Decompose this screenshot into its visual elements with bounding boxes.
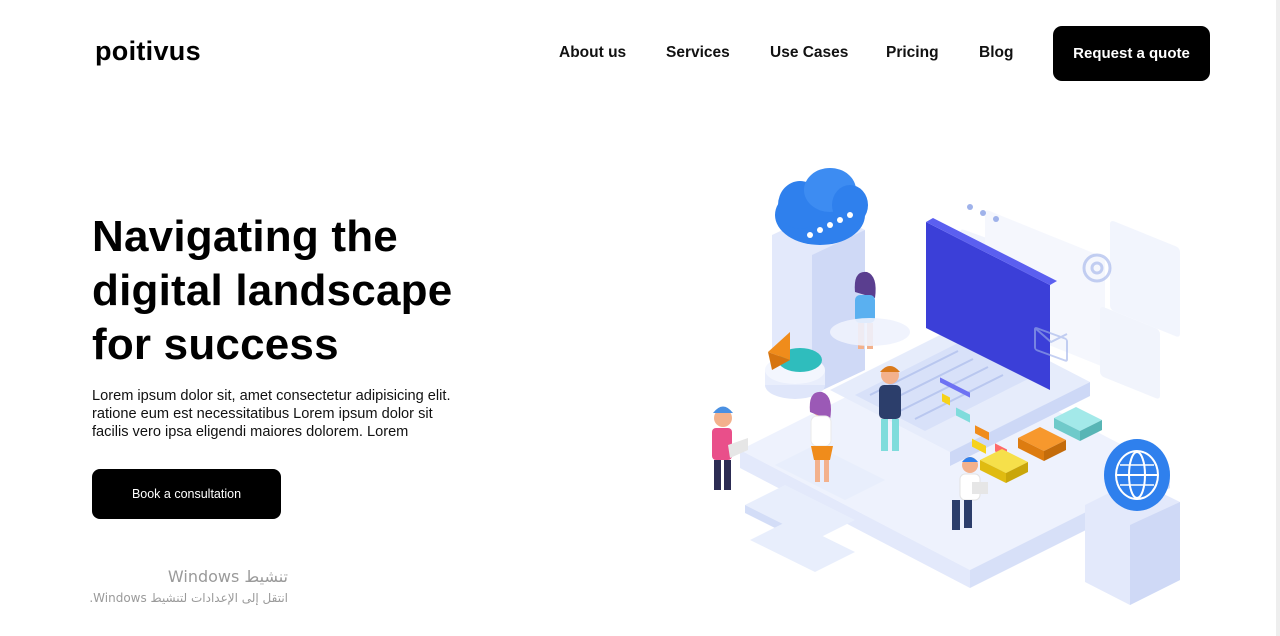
top-navbar: poitivus About us Services Use Cases Pri… (0, 0, 1280, 106)
request-quote-button[interactable]: Request a quote (1053, 26, 1210, 81)
hero-description: Lorem ipsum dolor sit, amet consectetur … (92, 387, 512, 442)
cloud-icon (775, 168, 868, 245)
hero-illustration (712, 168, 1180, 605)
windows-activation-watermark: تنشيط Windows انتقل إلى الإعدادات لتنشيط… (40, 566, 288, 607)
person-left-with-laptop (712, 406, 748, 490)
page-scrollbar[interactable] (1276, 0, 1280, 636)
globe-icon (1104, 439, 1170, 511)
hero-text-line: ratione eum est necessitatibus Lorem ips… (92, 406, 433, 423)
brand-logo[interactable]: poitivus (95, 36, 201, 67)
hero-title: Navigating the digital landscape for suc… (92, 210, 532, 372)
hero-title-line: digital landscape (92, 266, 453, 315)
hero-title-line: Navigating the (92, 212, 398, 261)
nav-pricing-link[interactable]: Pricing (886, 44, 939, 62)
nav-use-cases-link[interactable]: Use Cases (770, 44, 848, 62)
hero-text-line: facilis vero ipsa eligendi maiores dolor… (92, 424, 409, 441)
nav-services-link[interactable]: Services (666, 44, 730, 62)
nav-about-us-link[interactable]: About us (559, 44, 626, 62)
watermark-subtitle: انتقل إلى الإعدادات لتنشيط Windows. (89, 591, 288, 605)
hero-title-line: for success (92, 320, 339, 369)
nav-blog-link[interactable]: Blog (979, 44, 1013, 62)
hero-text-line: Lorem ipsum dolor sit, amet consectetur … (92, 388, 451, 404)
watermark-title: تنشيط Windows (167, 567, 288, 586)
book-consultation-button[interactable]: Book a consultation (92, 469, 281, 519)
